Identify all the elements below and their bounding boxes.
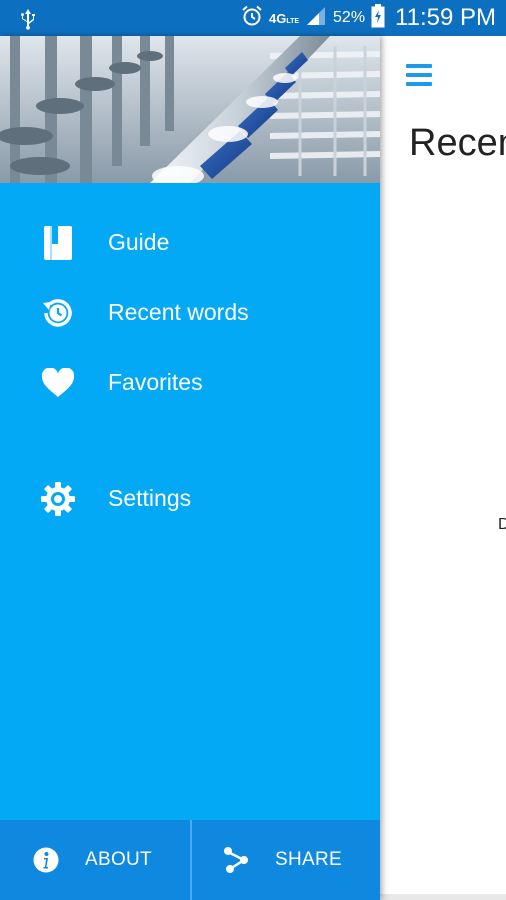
main-content: Recen D: [380, 36, 506, 900]
bottom-edge: [380, 894, 506, 900]
battery-charging-icon: [371, 3, 385, 33]
nav-item-label: Favorites: [108, 368, 203, 395]
hamburger-menu-icon[interactable]: [406, 64, 432, 86]
network-indicator: 4GLTE: [269, 11, 299, 26]
share-button[interactable]: SHARE: [190, 820, 380, 900]
nav-item-recent-words[interactable]: Recent words: [0, 282, 380, 342]
about-button[interactable]: ABOUT: [0, 820, 190, 900]
alarm-icon: [241, 5, 263, 32]
history-icon: [40, 295, 76, 331]
page-title: Recen: [409, 122, 506, 164]
navigation-drawer: Guide Recent words Favorites Settings AB…: [0, 36, 380, 900]
clock: 11:59 PM: [395, 4, 496, 31]
nav-item-guide[interactable]: Guide: [0, 212, 380, 272]
signal-icon: [305, 5, 327, 32]
nav-item-label: Guide: [108, 228, 170, 255]
drawer-footer: ABOUT SHARE: [0, 820, 380, 900]
status-bar: 4GLTE 52% 11:59 PM: [0, 0, 506, 36]
about-label: ABOUT: [85, 849, 152, 870]
network-subtype: LTE: [286, 17, 300, 25]
heart-icon: [40, 365, 76, 401]
usb-icon: [18, 8, 38, 35]
nav-item-settings[interactable]: Settings: [0, 468, 380, 528]
partial-text: D: [498, 516, 506, 533]
share-label: SHARE: [275, 849, 342, 870]
network-type: 4G: [268, 10, 287, 26]
nav-item-label: Recent words: [108, 298, 249, 325]
battery-percent: 52%: [333, 9, 366, 26]
nav-item-favorites[interactable]: Favorites: [0, 352, 380, 412]
header-image: [0, 36, 380, 183]
gear-icon: [40, 481, 76, 517]
info-icon: [32, 846, 60, 874]
book-icon: [40, 225, 76, 261]
nav-item-label: Settings: [108, 484, 192, 511]
share-icon: [222, 846, 250, 874]
